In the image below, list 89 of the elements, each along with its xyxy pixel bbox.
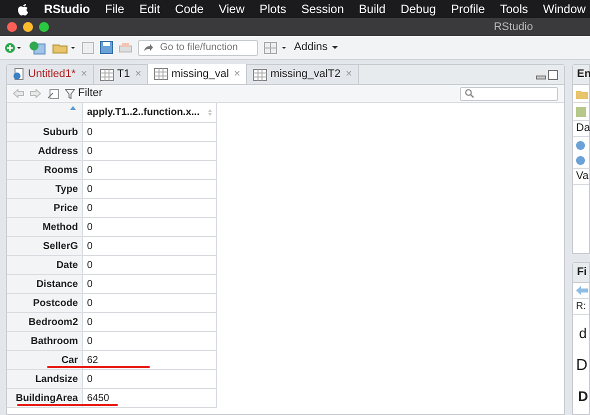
popout-icon[interactable] (47, 88, 59, 98)
menu-item[interactable]: File (105, 0, 124, 18)
row-name-cell: Method (7, 218, 83, 236)
table-cell: 0 (83, 332, 217, 350)
table-cell: 0 (83, 142, 217, 160)
new-file-icon[interactable] (4, 42, 22, 54)
table-cell: 0 (83, 199, 217, 217)
menu-item[interactable]: Plots (260, 0, 286, 18)
row-name-cell: BuildingArea (7, 389, 83, 407)
folder-icon[interactable] (576, 88, 588, 98)
column-header[interactable]: apply.T1..2..function.x... (83, 103, 217, 122)
menu-item[interactable]: Window (543, 0, 586, 18)
menu-item[interactable]: Debug (400, 0, 436, 18)
r-file-icon (13, 68, 25, 81)
row-name-cell: Bathroom (7, 332, 83, 350)
forward-arrow-icon[interactable] (30, 89, 41, 98)
pane-text: d (578, 324, 588, 343)
row-name-cell: Date (7, 256, 83, 274)
row-name-cell: Bedroom2 (7, 313, 83, 331)
menu-item[interactable]: Session (301, 0, 344, 18)
editor-tab[interactable]: Untitled1* × (7, 65, 94, 84)
pane-heading: D (575, 356, 589, 376)
funnel-icon (65, 88, 75, 98)
table-cell: 0 (83, 123, 217, 141)
close-window-icon[interactable] (7, 22, 17, 32)
menu-item[interactable]: Edit (139, 0, 160, 18)
tab-label: Untitled1* (28, 67, 76, 82)
caret-icon (332, 46, 338, 50)
menu-item[interactable]: Tools (500, 0, 528, 18)
editor-tab[interactable]: T1 × (94, 65, 148, 84)
back-arrow-icon[interactable] (13, 89, 24, 98)
apple-icon[interactable] (17, 2, 29, 16)
table-cell: 0 (83, 294, 217, 312)
new-project-icon[interactable] (28, 40, 46, 54)
maximize-pane-icon[interactable] (548, 70, 558, 80)
path-label: R: (576, 300, 586, 314)
filter-button[interactable]: Filter (65, 85, 102, 102)
grid-layout-icon[interactable] (264, 42, 288, 54)
pane-tab[interactable]: En (577, 66, 590, 83)
table-cell: 0 (83, 218, 217, 236)
print-icon[interactable] (119, 42, 132, 54)
tab-label: T1 (117, 67, 130, 82)
row-name-cell: Car (7, 351, 83, 369)
sort-icon (208, 109, 212, 116)
table-icon (154, 68, 168, 80)
table-cell: 0 (83, 180, 217, 198)
zoom-window-icon[interactable] (39, 22, 49, 32)
row-name-cell: Suburb (7, 123, 83, 141)
app-menu[interactable]: RStudio (44, 0, 90, 18)
back-arrow-icon[interactable] (576, 286, 588, 295)
tab-label: missing_val (171, 66, 229, 82)
sort-ascending-icon (70, 106, 76, 110)
save-all-icon[interactable] (100, 41, 113, 54)
open-folder-icon[interactable] (52, 42, 76, 54)
row-name-cell: Price (7, 199, 83, 217)
table-cell: 0 (83, 256, 217, 274)
row-name-cell: Distance (7, 275, 83, 293)
go-to-file-field[interactable]: Go to file/function (138, 40, 258, 56)
row-name-cell: Address (7, 142, 83, 160)
row-name-cell: SellerG (7, 237, 83, 255)
row-name-cell: Rooms (7, 161, 83, 179)
table-icon (100, 68, 114, 80)
table-cell: 0 (83, 237, 217, 255)
pane-tab[interactable]: Fi (577, 264, 587, 281)
window-title: RStudio (494, 20, 533, 35)
row-name-cell: Postcode (7, 294, 83, 312)
minimize-window-icon[interactable] (23, 22, 33, 32)
menu-item[interactable]: Profile (450, 0, 485, 18)
menu-item[interactable]: View (218, 0, 245, 18)
table-cell: 0 (83, 161, 217, 179)
menu-item[interactable]: Code (175, 0, 204, 18)
table-cell: 0 (83, 275, 217, 293)
pane-heading: D (577, 387, 589, 406)
save-icon[interactable] (82, 42, 94, 54)
tab-label: missing_valT2 (270, 67, 341, 82)
search-icon (465, 89, 474, 98)
row-name-cell: Landsize (7, 370, 83, 388)
editor-tab[interactable]: missing_val × (148, 64, 248, 84)
arrow-icon (143, 43, 154, 52)
table-icon (253, 68, 268, 80)
section-label: Da (576, 121, 590, 136)
row-name-cell: Type (7, 180, 83, 198)
addins-menu[interactable]: Addins (294, 39, 338, 56)
editor-tab[interactable]: missing_valT2 × (247, 65, 360, 84)
section-label: Va (576, 169, 589, 184)
menu-item[interactable]: Build (358, 0, 386, 18)
table-cell: 0 (83, 313, 217, 331)
search-field[interactable] (460, 86, 558, 100)
table-cell: 0 (83, 370, 217, 388)
